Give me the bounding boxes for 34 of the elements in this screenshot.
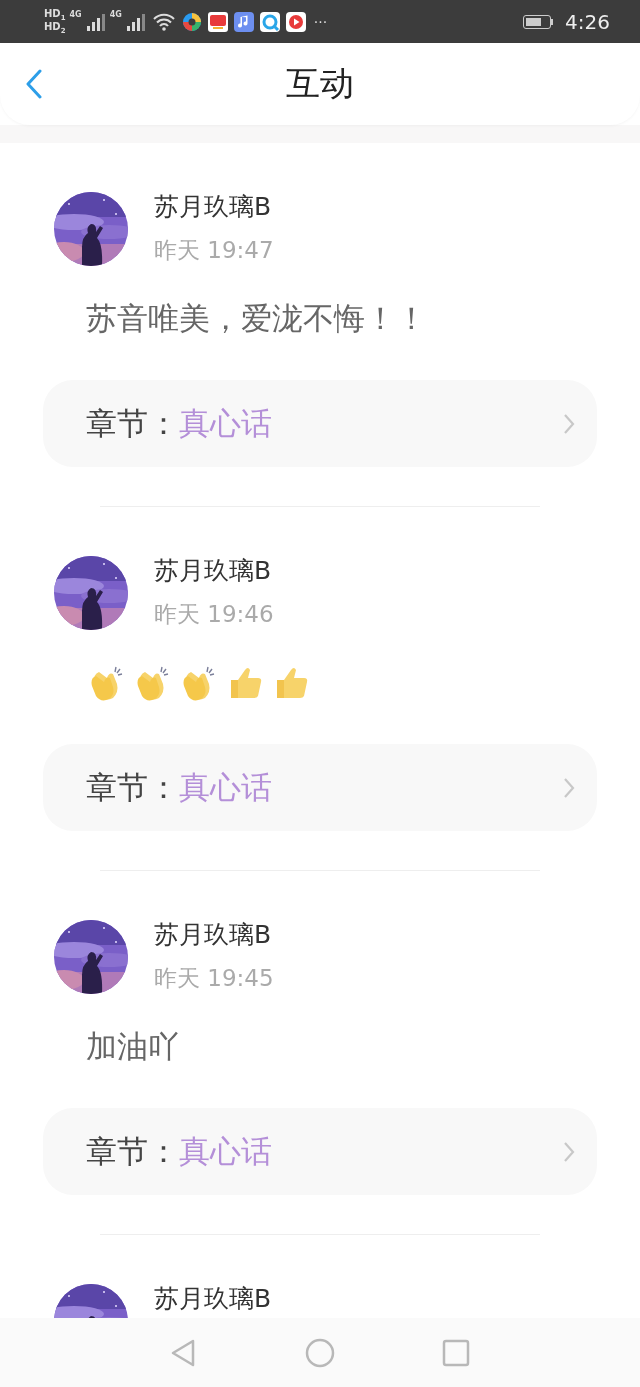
signal-icon bbox=[125, 12, 146, 31]
chevron-right-icon bbox=[563, 412, 575, 435]
wifi-icon bbox=[151, 12, 176, 31]
more-indicator: ··· bbox=[313, 13, 328, 30]
chapter-link[interactable]: 章节：真心话 bbox=[43, 744, 597, 831]
comment-time: 昨天 19:47 bbox=[154, 236, 274, 264]
chevron-right-icon bbox=[563, 1140, 575, 1163]
home-nav-icon[interactable] bbox=[305, 1337, 335, 1368]
comment-time: 昨天 19:46 bbox=[154, 600, 274, 628]
page-title: 互动 bbox=[286, 62, 354, 105]
app-icon bbox=[181, 11, 202, 32]
sim-label: HD$_{1}$ bbox=[44, 8, 66, 22]
signal-icon bbox=[85, 12, 106, 31]
user-name: 苏月玖璃B bbox=[154, 920, 273, 950]
play-icon bbox=[285, 11, 306, 32]
clock: 4:26 bbox=[565, 9, 610, 34]
back-button[interactable] bbox=[24, 69, 44, 99]
user-name: 苏月玖璃B bbox=[154, 556, 273, 586]
recents-nav-icon[interactable] bbox=[441, 1337, 471, 1368]
chapter-link[interactable]: 章节：真心话 bbox=[43, 1108, 597, 1195]
user-name: 苏月玖璃B bbox=[154, 1284, 272, 1314]
comment-text: 苏音唯美，爱泷不悔！！ bbox=[86, 299, 428, 338]
app-icon bbox=[207, 11, 228, 32]
comment-time: 昨天 19:45 bbox=[154, 964, 274, 992]
chevron-right-icon bbox=[563, 776, 575, 799]
sim-label: HD$_{2}$ bbox=[44, 21, 66, 35]
chapter-link[interactable]: 章节：真心话 bbox=[43, 380, 597, 467]
battery-icon bbox=[523, 14, 554, 29]
comment-text: 加油吖 bbox=[86, 1027, 180, 1066]
network-label: 4G bbox=[109, 10, 122, 19]
app-icon bbox=[259, 11, 280, 32]
music-icon bbox=[233, 11, 254, 32]
network-label: 4G bbox=[69, 10, 82, 19]
user-name: 苏月玖璃B bbox=[154, 192, 273, 222]
